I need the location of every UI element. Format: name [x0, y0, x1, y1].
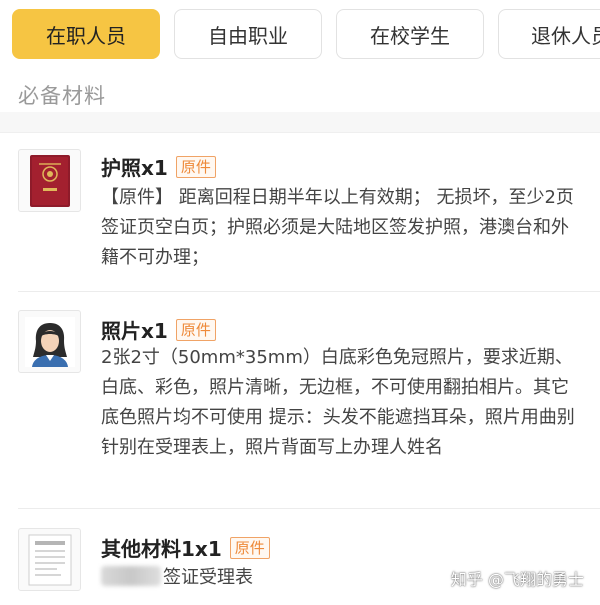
- item-description: 【原件】 距离回程日期半年以上有效期； 无损坏，至少2页签证页空白页；护照必须是…: [101, 187, 574, 268]
- tab-freelancer[interactable]: 自由职业: [174, 9, 322, 59]
- list-item-photo[interactable]: 照片x1 原件 2张2寸（50mm*35mm）白底彩色免冠照片，要求近期、白底、…: [0, 292, 600, 509]
- list-item-other-materials[interactable]: 其他材料1x1 原件 签证受理表: [0, 509, 600, 605]
- category-tab-bar: 在职人员 自由职业 在校学生 退休人员: [0, 0, 600, 68]
- section-divider-band: [0, 112, 600, 132]
- section-title: 必备材料: [18, 84, 106, 108]
- original-badge: 原件: [175, 155, 216, 178]
- item-title-text: 护照x1: [101, 156, 168, 180]
- tab-student[interactable]: 在校学生: [336, 9, 484, 59]
- list-item-passport[interactable]: 护照x1 原件 【原件】 距离回程日期半年以上有效期； 无损坏，至少2页签证页空…: [0, 132, 600, 292]
- item-description-text: 签证受理表: [163, 567, 253, 588]
- tab-employed[interactable]: 在职人员: [12, 9, 160, 59]
- item-title-text: 其他材料1x1: [101, 537, 222, 561]
- portrait-photo-icon: [18, 310, 81, 373]
- item-title: 其他材料1x1 原件: [101, 533, 270, 562]
- tab-retired[interactable]: 退休人员: [498, 9, 600, 59]
- document-icon: [18, 528, 81, 591]
- passport-icon: [18, 149, 81, 212]
- item-description: 2张2寸（50mm*35mm）白底彩色免冠照片，要求近期、白底、彩色，照片清晰，…: [101, 347, 575, 458]
- watermark: 知乎 @飞翔的勇士: [450, 570, 584, 589]
- item-title: 护照x1 原件: [101, 152, 216, 181]
- item-title: 照片x1 原件: [101, 315, 216, 344]
- item-title-text: 照片x1: [101, 319, 168, 343]
- redacted-text: [101, 566, 161, 586]
- original-badge: 原件: [229, 536, 270, 559]
- original-badge: 原件: [175, 318, 216, 341]
